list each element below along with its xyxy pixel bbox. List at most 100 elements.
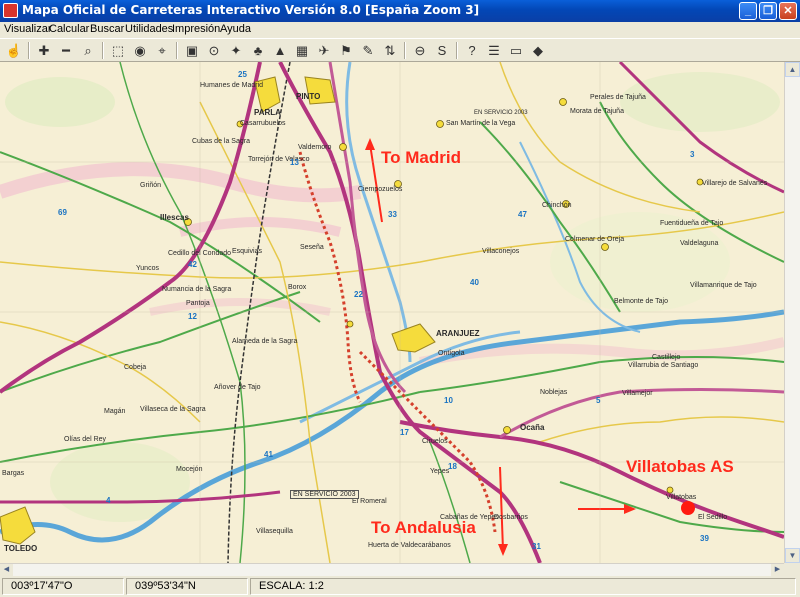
place-label: Villaseca de la Sagra xyxy=(140,406,206,413)
menu-ayuda[interactable]: Ayuda xyxy=(220,23,251,35)
place-label: Alameda de la Sagra xyxy=(232,338,298,345)
flag-icon[interactable]: ⚑ xyxy=(336,41,356,60)
restore-button[interactable]: ❐ xyxy=(759,2,777,20)
place-label: Yepes xyxy=(430,468,450,475)
scroll-up-icon[interactable]: ▲ xyxy=(785,62,800,77)
plane-icon-glyph: ✈ xyxy=(318,43,330,58)
road-number: 5 xyxy=(596,396,601,405)
place-label: Villasequilla xyxy=(256,528,293,535)
place-label: Valdemoro xyxy=(298,144,332,151)
magnifier-icon[interactable]: ⌕ xyxy=(78,41,98,60)
place-ocana: Ocaña xyxy=(520,423,545,432)
find-icon[interactable]: ⌖ xyxy=(152,41,172,60)
shield-icon[interactable]: S xyxy=(432,41,452,60)
status-latitude: 039º53'34"N xyxy=(126,578,248,595)
menu-utilidades[interactable]: Utilidades xyxy=(125,23,173,35)
status-longitude: 003º17'47"O xyxy=(2,578,124,595)
route-icon-glyph: ⇅ xyxy=(384,43,396,58)
factory-icon[interactable]: ▦ xyxy=(292,41,312,60)
place-label: Villarejo de Salvanés xyxy=(702,180,768,187)
location-icon-glyph: ✦ xyxy=(230,43,242,58)
place-label: Valdelaguna xyxy=(680,240,719,247)
pen-icon[interactable]: ✎ xyxy=(358,41,378,60)
terrain-icon[interactable]: ▲ xyxy=(270,41,290,60)
help-icon[interactable]: ? xyxy=(462,41,482,60)
hand-icon[interactable]: ☝ xyxy=(4,41,24,60)
no-entry-icon[interactable]: ⊖ xyxy=(410,41,430,60)
menu-calcular[interactable]: Calcular xyxy=(49,23,89,35)
select-tool-icon[interactable]: ⬚ xyxy=(108,41,128,60)
place-illescas: Illescas xyxy=(160,213,189,222)
place-label: Villatobas xyxy=(666,494,697,501)
tree-icon-glyph: ♣ xyxy=(253,43,263,58)
place-label: Mocejón xyxy=(176,466,203,473)
zoom-in-icon[interactable]: ✚ xyxy=(34,41,54,60)
window-icon-glyph: ▭ xyxy=(509,43,523,58)
place-label: Noblejas xyxy=(540,389,568,396)
place-label: Morata de Tajuña xyxy=(570,108,624,115)
select-tool-icon-glyph: ⬚ xyxy=(111,43,125,58)
toolbar-separator xyxy=(404,42,406,59)
color-palette-icon-glyph: ▣ xyxy=(185,43,199,58)
route-icon[interactable]: ⇅ xyxy=(380,41,400,60)
zoom-out-icon[interactable]: ━ xyxy=(56,41,76,60)
place-label: Yuncos xyxy=(136,265,159,272)
place-label: Cedillo del Condado xyxy=(168,250,232,257)
service-label: EN SERVICIO 2003 xyxy=(290,490,359,499)
no-entry-icon-glyph: ⊖ xyxy=(414,43,426,58)
status-scale: ESCALA: 1:2 xyxy=(250,578,796,595)
road-number: 25 xyxy=(238,70,247,79)
place-label: Colmenar de Oreja xyxy=(565,236,625,243)
menu-buscar[interactable]: Buscar xyxy=(90,23,124,35)
place-label: Chinchón xyxy=(542,202,572,209)
pen-icon-glyph: ✎ xyxy=(362,43,374,58)
road-number: 33 xyxy=(388,210,397,219)
scroll-left-icon[interactable]: ◀ xyxy=(0,564,13,576)
eraser-icon[interactable]: ◆ xyxy=(528,41,548,60)
menu-impresion[interactable]: Impresión xyxy=(172,23,220,35)
place-label: Ciempozuelos xyxy=(358,186,403,193)
place-pinto: PINTO xyxy=(296,92,321,101)
minimize-button[interactable]: _ xyxy=(739,2,757,20)
app-icon xyxy=(3,3,18,18)
menu-visualizar[interactable]: Visualizar xyxy=(4,23,52,35)
tree-icon[interactable]: ♣ xyxy=(248,41,268,60)
place-label: Villaconejos xyxy=(482,248,520,255)
toolbar: ☝ ✚ ━ ⌕ ⬚ ◉ ⌖ ▣ ⊙ ✦ ♣ ▲ ▦ ✈ ⚑ ✎ ⇅ ⊖ S? ☰ ▭ ◆ xyxy=(0,38,800,62)
vertical-scrollbar[interactable]: ▲ ▼ xyxy=(784,62,800,563)
status-bar: 003º17'47"O 039º53'34"N ESCALA: 1:2 xyxy=(0,576,800,597)
place-label: Villamanrique de Tajo xyxy=(690,282,757,289)
place-label: Cubas de la Sagra xyxy=(192,138,250,145)
road-number: 18 xyxy=(448,462,457,471)
place-toledo: TOLEDO xyxy=(4,544,38,553)
list-icon[interactable]: ☰ xyxy=(484,41,504,60)
horizontal-scrollbar[interactable]: ◀ ▶ xyxy=(0,563,784,576)
window-title: Mapa Oficial de Carreteras Interactivo V… xyxy=(22,3,480,17)
close-button[interactable]: ✕ xyxy=(779,2,797,20)
place-label: San Martín de la Vega xyxy=(446,120,516,127)
place-label: Casarrubuelos xyxy=(240,120,286,127)
scroll-down-icon[interactable]: ▼ xyxy=(785,548,800,563)
place-label: El Sedillo xyxy=(698,514,728,521)
toolbar-separator xyxy=(102,42,104,59)
globe-icon[interactable]: ◉ xyxy=(130,41,150,60)
hand-icon-glyph: ☝ xyxy=(5,43,23,58)
road-number: 13 xyxy=(290,158,299,167)
location-icon[interactable]: ✦ xyxy=(226,41,246,60)
road-number: 69 xyxy=(58,208,67,217)
road-number: 41 xyxy=(264,450,273,459)
color-palette-icon[interactable]: ▣ xyxy=(182,41,202,60)
point-icon[interactable]: ⊙ xyxy=(204,41,224,60)
road-number: 39 xyxy=(700,534,709,543)
road-number: 31 xyxy=(532,542,541,551)
place-label: Belmonte de Tajo xyxy=(614,298,668,305)
map-view[interactable]: PARLA PINTO ARANJUEZ TOLEDO Illescas Oca… xyxy=(0,62,784,563)
shield-icon-glyph: S xyxy=(437,43,447,58)
window-icon[interactable]: ▭ xyxy=(506,41,526,60)
road-number: 3 xyxy=(690,150,695,159)
toolbar-separator xyxy=(176,42,178,59)
title-bar: Mapa Oficial de Carreteras Interactivo V… xyxy=(0,0,800,22)
place-label: Fuentidueña de Tajo xyxy=(660,220,724,227)
scroll-right-icon[interactable]: ▶ xyxy=(771,564,784,576)
plane-icon[interactable]: ✈ xyxy=(314,41,334,60)
